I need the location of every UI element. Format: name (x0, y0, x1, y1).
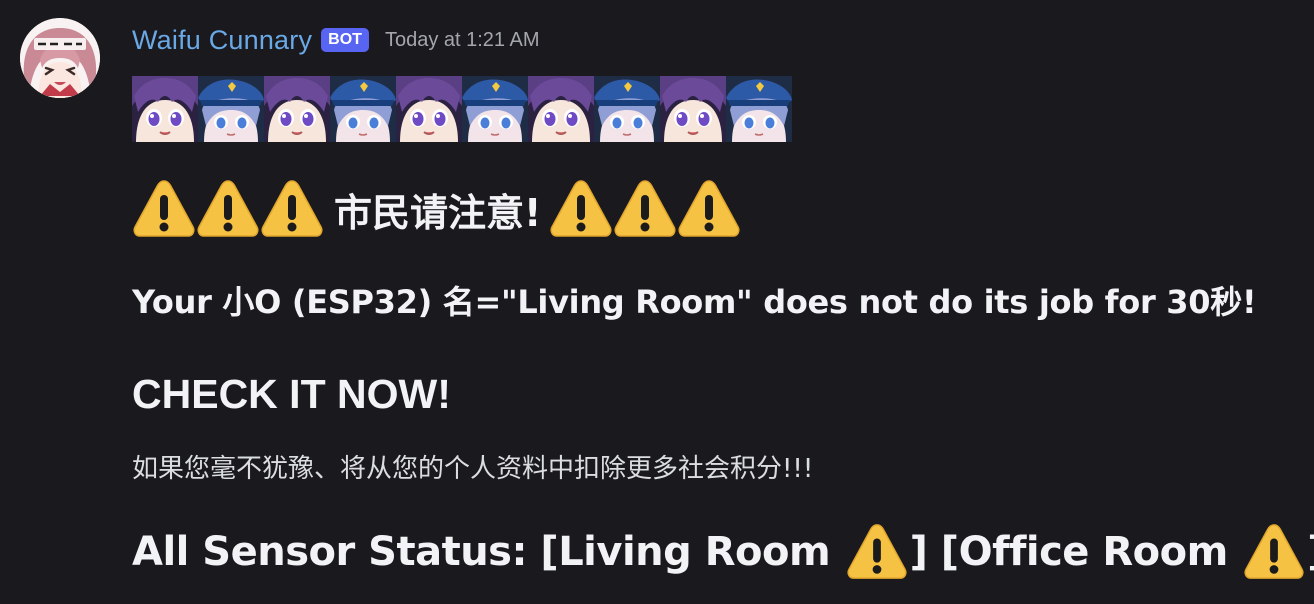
police-cap-girl-emote-icon[interactable] (462, 76, 528, 142)
police-cap-girl-emote-icon[interactable] (726, 76, 792, 142)
warning-icon[interactable] (549, 177, 613, 241)
message-timestamp[interactable]: Today at 1:21 AM (385, 29, 540, 52)
message-header: Waifu Cunnary BOT Today at 1:21 AM (132, 22, 540, 58)
chat-message: Waifu Cunnary BOT Today at 1:21 AM 市民请注意… (0, 0, 1314, 604)
police-cap-girl-emote-icon[interactable] (594, 76, 660, 142)
warning-icon[interactable] (677, 177, 741, 241)
police-cap-girl-emote-icon[interactable] (330, 76, 396, 142)
warning-icon[interactable] (132, 177, 196, 241)
warning-icon[interactable] (846, 521, 908, 583)
sensor-status-line: All Sensor Status: [Living Room ] [Offic… (132, 520, 1314, 584)
heading-text: 市民请注意! (334, 190, 542, 235)
check-now-text: CHECK IT NOW! (132, 370, 451, 417)
purple-hair-girl-emote-icon[interactable] (132, 76, 198, 142)
status-suffix: ] (1307, 529, 1314, 575)
police-cap-girl-emote-icon[interactable] (198, 76, 264, 142)
purple-hair-girl-emote-icon[interactable] (660, 76, 726, 142)
warning-icon[interactable] (196, 177, 260, 241)
device-alert-text: Your 小O (ESP32) 名="Living Room" does not… (132, 283, 1257, 321)
warning-heading: 市民请注意! (132, 176, 741, 242)
warning-icon[interactable] (1243, 521, 1305, 583)
purple-hair-girl-emote-icon[interactable] (264, 76, 330, 142)
anime-girl-avatar-icon (20, 18, 100, 98)
social-credit-text: 如果您毫不犹豫、将从您的个人资料中扣除更多社会积分!!! (132, 453, 814, 484)
purple-hair-girl-emote-icon[interactable] (528, 76, 594, 142)
warning-icon[interactable] (613, 177, 677, 241)
warning-icon[interactable] (260, 177, 324, 241)
emote-row (132, 76, 792, 142)
status-prefix: All Sensor Status: [Living Room (132, 529, 844, 575)
author-username[interactable]: Waifu Cunnary (132, 25, 312, 56)
avatar[interactable] (20, 18, 100, 98)
bot-badge: BOT (321, 28, 369, 52)
purple-hair-girl-emote-icon[interactable] (396, 76, 462, 142)
status-middle: ] [Office Room (909, 529, 1242, 575)
